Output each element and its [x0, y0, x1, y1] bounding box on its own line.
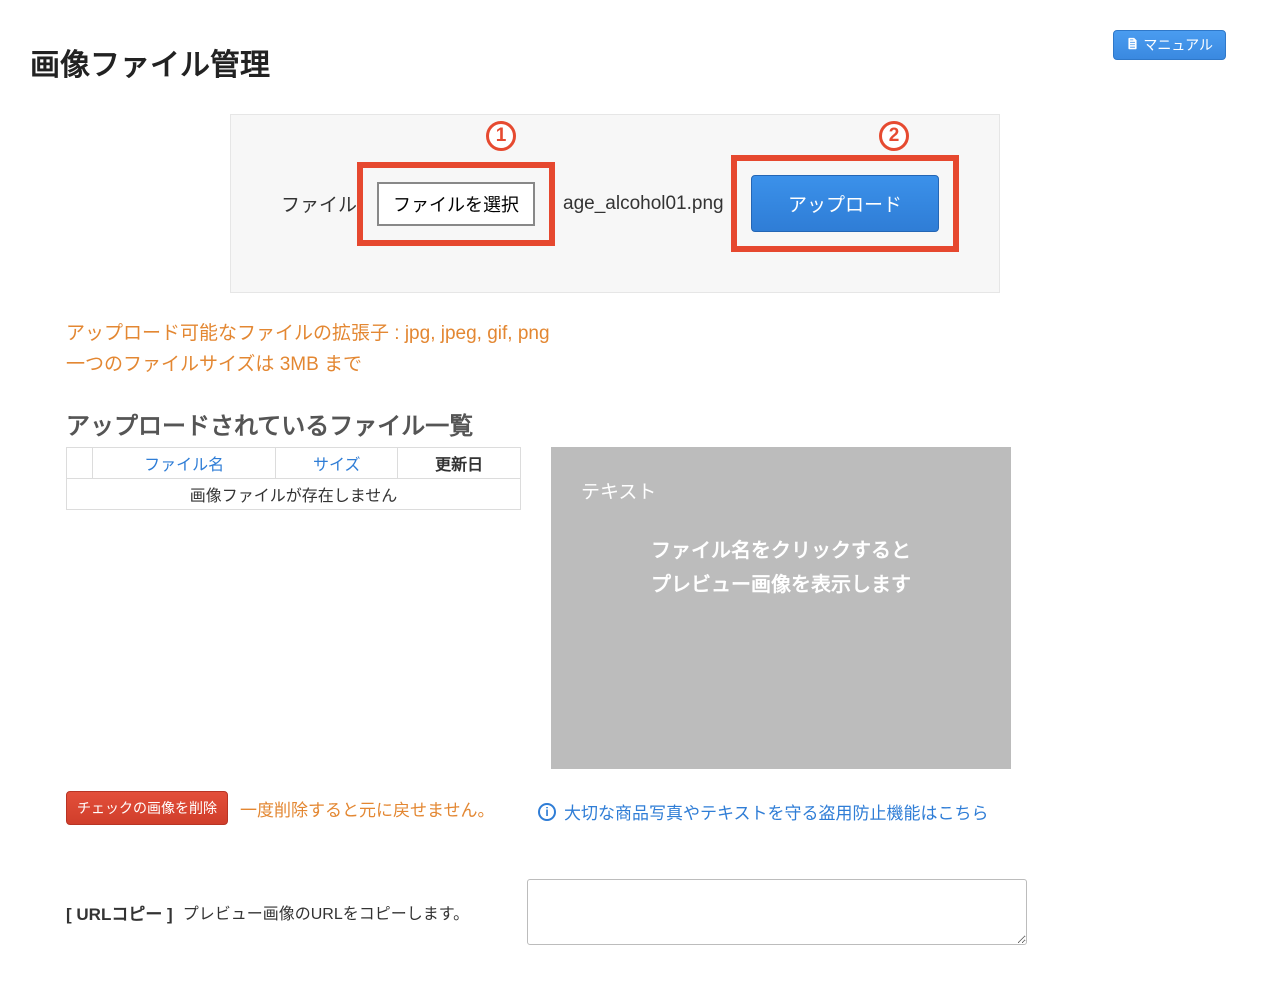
manual-button-label: マニュアル	[1143, 35, 1213, 55]
annotation-number-1: 1	[486, 121, 516, 151]
uploaded-files-heading: アップロードされているファイル一覧	[66, 406, 1256, 441]
column-checkbox	[67, 448, 93, 479]
choose-file-button[interactable]: ファイルを選択	[377, 182, 535, 226]
preview-panel: テキスト ファイル名をクリックすると プレビュー画像を表示します	[551, 447, 1011, 769]
allowed-extensions-text: アップロード可能なファイルの拡張子 : jpg, jpeg, gif, png	[66, 318, 1256, 345]
max-size-text: 一つのファイルサイズは 3MB まで	[66, 349, 1256, 376]
document-icon	[1126, 37, 1139, 53]
annotation-highlight-2: アップロード	[731, 155, 959, 252]
url-copy-description: プレビュー画像のURLをコピーします。	[183, 900, 469, 924]
column-filename[interactable]: ファイル名	[93, 448, 276, 479]
url-copy-label: [ URLコピー ]	[66, 900, 173, 925]
preview-message-line1: ファイル名をクリックすると	[581, 534, 981, 568]
column-updated: 更新日	[398, 448, 521, 479]
preview-label: テキスト	[581, 477, 981, 504]
page-title: 画像ファイル管理	[30, 40, 1256, 84]
url-copy-textarea[interactable]	[527, 879, 1027, 945]
delete-checked-button[interactable]: チェックの画像を削除	[66, 791, 228, 825]
annotation-highlight-1: ファイルを選択	[357, 162, 555, 246]
column-size[interactable]: サイズ	[276, 448, 398, 479]
delete-warning-text: 一度削除すると元に戻せません。	[240, 796, 495, 821]
info-icon: i	[538, 803, 556, 821]
annotation-number-2: 2	[879, 121, 909, 151]
empty-message: 画像ファイルが存在しません	[67, 479, 521, 510]
file-list-table: ファイル名 サイズ 更新日 画像ファイルが存在しません	[66, 447, 521, 510]
theft-protection-link[interactable]: 大切な商品写真やテキストを守る盗用防止機能はこちら	[564, 799, 989, 824]
file-label: ファイル	[281, 190, 357, 217]
upload-panel: 1 2 ファイル ファイルを選択 age_alcohol01.png アップロー…	[230, 114, 1000, 293]
preview-message-line2: プレビュー画像を表示します	[581, 568, 981, 602]
selected-filename: age_alcohol01.png	[563, 193, 724, 215]
upload-button[interactable]: アップロード	[751, 175, 939, 232]
manual-button[interactable]: マニュアル	[1113, 30, 1226, 60]
table-empty-row: 画像ファイルが存在しません	[67, 479, 521, 510]
